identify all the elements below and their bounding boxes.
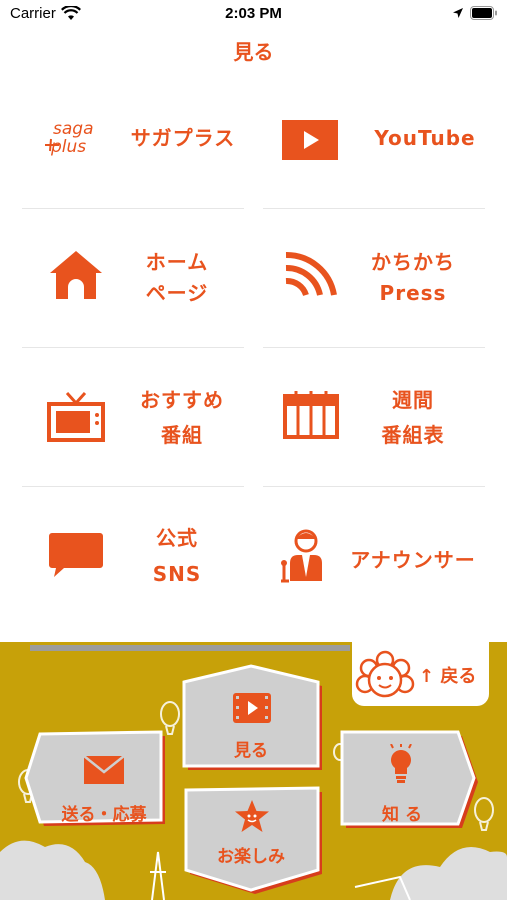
calendar-icon [283,391,339,439]
clock: 2:03 PM [225,5,282,22]
kachikachi-press-tile[interactable]: かちかち Press [263,209,507,347]
tile-label: YouTube [374,126,476,150]
play-icon [282,120,338,160]
tile-label: 番組 [161,423,203,447]
tile-label: かちかち [371,250,455,274]
chat-bubble-icon [49,533,103,577]
announcers-tile[interactable]: アナウンサー [263,487,507,625]
tile-label: 番組表 [381,423,445,447]
svg-text:plus: plus [50,137,86,157]
enjoy-nav-label[interactable]: お楽しみ [201,842,301,867]
page-title: 見る [233,40,274,64]
tile-label: 公式 [156,526,198,550]
announcer-icon [281,529,322,583]
homepage-tile[interactable]: ホーム ページ [22,209,266,347]
tile-label: Press [379,281,447,305]
tile-label: アナウンサー [350,548,476,572]
light-bulb-icon[interactable] [385,744,417,784]
know-nav-label[interactable]: 知 る [362,800,442,825]
film-play-icon[interactable] [233,693,271,723]
tile-label: おすすめ [140,388,224,412]
tile-label: ページ [145,281,209,305]
rss-feed-icon [285,251,337,297]
tile-label: ホーム [145,250,209,274]
svg-text:saga: saga [53,119,93,139]
location-arrow-icon [453,8,463,18]
status-bar: Carrier 2:03 PM [0,0,507,30]
weekly-schedule-tile[interactable]: 週間 番組表 [263,348,507,486]
star-mascot-icon[interactable] [234,799,270,833]
mail-icon[interactable] [84,756,124,784]
house-icon [50,251,102,299]
tile-label: サガプラス [130,126,236,150]
battery-icon [470,6,497,20]
sagaplus-logo-icon: saga plus [45,119,93,157]
tile-label: 週間 [392,388,434,412]
recommended-programs-tile[interactable]: おすすめ 番組 [22,348,266,486]
tile-label: SNS [152,562,202,586]
watch-nav-label[interactable]: 見る [211,736,291,761]
send-apply-nav-label[interactable]: 送る・応募 [44,800,164,825]
youtube-tile[interactable]: YouTube [263,70,507,208]
sagaplus-tile[interactable]: saga plus サガプラス [22,70,266,208]
official-sns-tile[interactable]: 公式 SNS [22,487,266,625]
tv-icon [47,391,105,442]
